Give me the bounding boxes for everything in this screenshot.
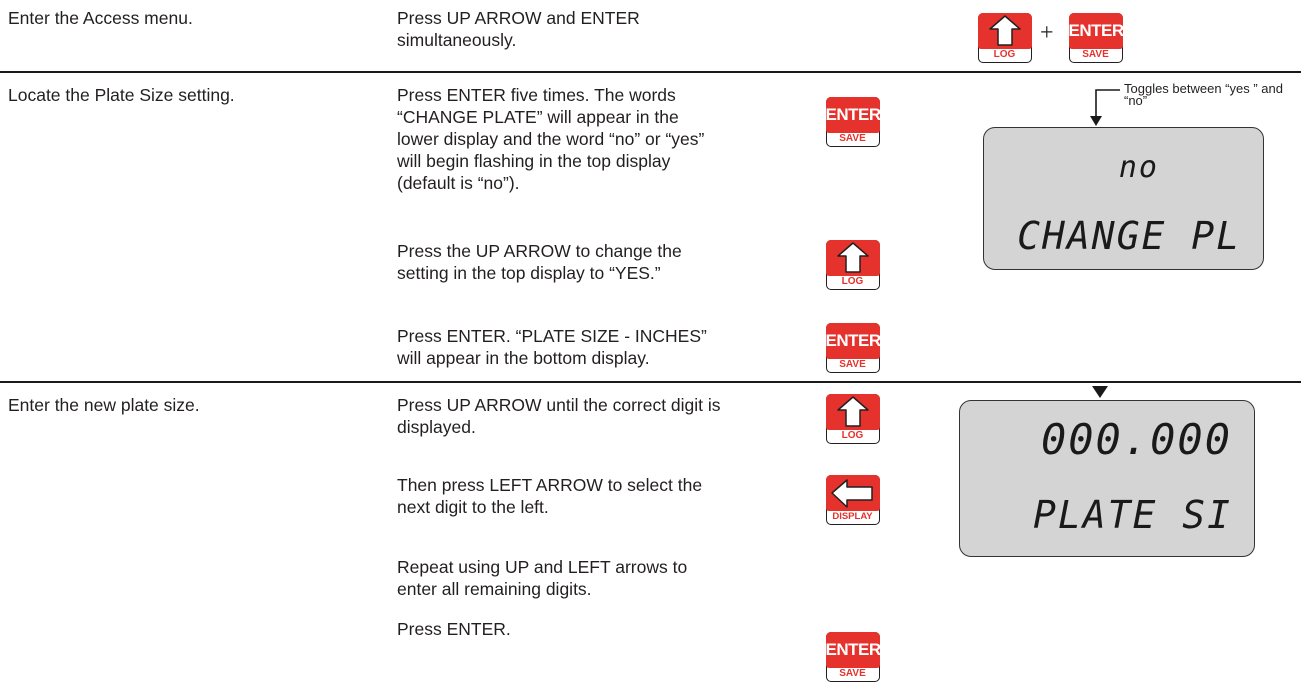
action-press-up-arrow-yes: Press the UP ARROW to change the setting… (397, 241, 682, 283)
step-enter-plate-size: Enter the new plate size. (8, 395, 200, 415)
action-press-enter-five-times: Press ENTER five times. The words “CHANG… (397, 85, 705, 193)
up-arrow-log-key: LOG (825, 393, 880, 444)
log-label: LOG (993, 49, 1016, 60)
left-arrow-display-key: DISPLAY (825, 474, 880, 525)
action-press-enter: Press ENTER. (397, 619, 511, 639)
digit-pointer-icon (1092, 386, 1108, 398)
step-locate-plate-size: Locate the Plate Size setting. (8, 85, 235, 105)
lcd-bottom-readout: CHANGE PL (1017, 214, 1241, 258)
display-label: DISPLAY (832, 511, 873, 522)
enter-label: ENTER (825, 330, 882, 350)
up-arrow-icon (988, 14, 1021, 46)
save-label: SAVE (1082, 49, 1109, 60)
up-arrow-icon (836, 395, 869, 427)
enter-label: ENTER (825, 639, 882, 659)
enter-save-key: ENTER SAVE (825, 96, 882, 147)
action-repeat-arrows: Repeat using UP and LEFT arrows to enter… (397, 557, 688, 599)
action-press-enter-plate-size: Press ENTER. “PLATE SIZE - INCHES” will … (397, 326, 707, 368)
action-press-left-arrow: Then press LEFT ARROW to select the next… (397, 475, 703, 517)
lcd-plate-size: 000.000 PLATE SI (959, 400, 1255, 557)
row-divider (0, 71, 1301, 73)
lcd-top-readout: 000.000 (1040, 415, 1232, 464)
log-label: LOG (841, 430, 864, 441)
enter-label: ENTER (825, 104, 882, 124)
lcd-top-readout: no (1118, 150, 1159, 185)
lcd-bottom-readout: PLATE SI (1032, 493, 1232, 537)
action-press-up-arrow-digit: Press UP ARROW until the correct digit i… (397, 395, 721, 437)
log-label: LOG (841, 276, 864, 287)
up-arrow-log-key: LOG (977, 12, 1032, 63)
enter-save-key: ENTER SAVE (1068, 12, 1125, 63)
up-arrow-icon (836, 241, 869, 273)
action-press-up-and-enter: Press UP ARROW and ENTER simultaneously. (397, 8, 640, 50)
save-label: SAVE (839, 359, 866, 370)
up-arrow-log-key: LOG (825, 239, 880, 290)
toggle-annotation: Toggles between “yes ” and “no” (1124, 81, 1283, 108)
enter-label: ENTER (1068, 20, 1125, 40)
row-divider (0, 381, 1301, 383)
save-label: SAVE (839, 668, 866, 679)
plus-sign: + (1040, 20, 1054, 46)
save-label: SAVE (839, 133, 866, 144)
enter-save-key: ENTER SAVE (825, 631, 882, 682)
enter-save-key: ENTER SAVE (825, 322, 882, 373)
left-arrow-icon (830, 478, 873, 508)
lcd-change-plate: no CHANGE PL (983, 127, 1264, 270)
step-access-menu: Enter the Access menu. (8, 8, 193, 28)
